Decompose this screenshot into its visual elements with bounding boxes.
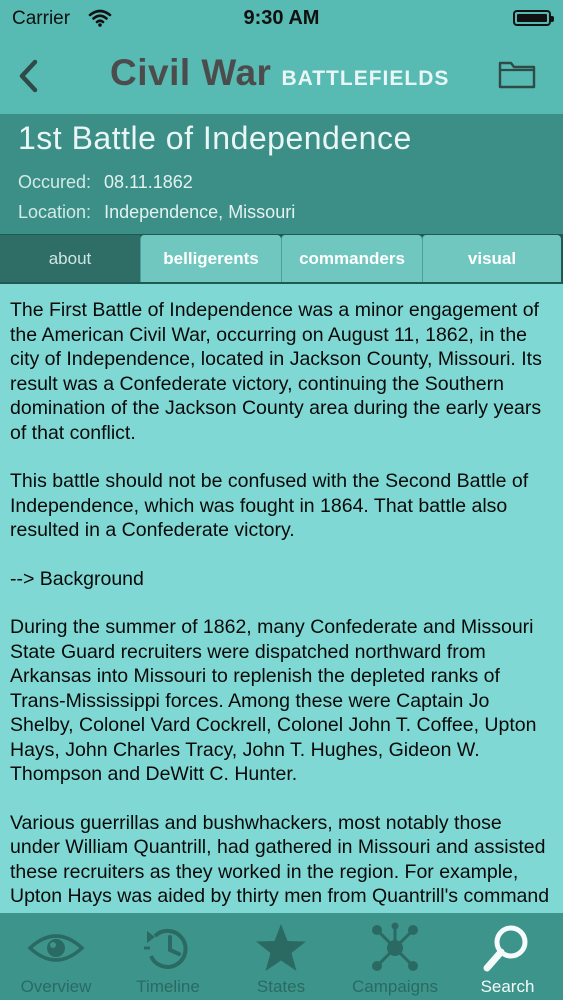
tabbar-overview[interactable]: Overview <box>0 913 112 1000</box>
tab-visual[interactable]: visual <box>422 235 561 282</box>
clock: 9:30 AM <box>243 7 320 29</box>
network-icon <box>368 921 422 975</box>
status-bar: Carrier 9:30 AM <box>0 0 563 38</box>
tab-about[interactable]: about <box>0 235 140 282</box>
tabbar-campaigns[interactable]: Campaigns <box>338 913 452 1000</box>
location-label: Location: <box>18 202 92 222</box>
folder-button[interactable] <box>497 56 537 92</box>
location-row: Location: Independence, Missouri <box>18 202 295 223</box>
bottom-tab-bar: Overview Timeline States Campaigns Searc… <box>0 913 563 1000</box>
battle-header: 1st Battle of Independence Occured: 08.1… <box>0 114 563 234</box>
brand-main: Civil War <box>110 52 272 93</box>
tabbar-label: Search <box>480 977 535 996</box>
star-icon <box>254 921 308 975</box>
back-button[interactable] <box>10 54 50 98</box>
tabbar-search[interactable]: Search <box>452 913 563 1000</box>
location-value: Independence, Missouri <box>104 202 296 222</box>
tab-commanders[interactable]: commanders <box>281 235 422 282</box>
timeline-clock-icon <box>141 921 195 975</box>
tabbar-timeline[interactable]: Timeline <box>112 913 224 1000</box>
tabbar-states[interactable]: States <box>224 913 338 1000</box>
navigation-bar: Civil War BATTLEFIELDS <box>0 38 563 114</box>
battle-title: 1st Battle of Independence <box>18 120 412 156</box>
occurred-row: Occured: 08.11.1862 <box>18 172 193 193</box>
tabbar-label: Campaigns <box>352 977 438 996</box>
tabbar-label: Overview <box>20 977 92 996</box>
section-tabs: about belligerents commanders visual <box>0 234 563 284</box>
chevron-left-icon <box>19 59 38 93</box>
tabbar-label: States <box>256 977 306 996</box>
search-icon <box>481 921 535 975</box>
eye-icon <box>27 921 85 975</box>
occurred-label: Occured: <box>18 172 92 192</box>
article-content[interactable]: The First Battle of Independence was a m… <box>0 284 563 914</box>
tabbar-label: Timeline <box>136 977 200 996</box>
tab-belligerents[interactable]: belligerents <box>140 235 281 282</box>
article-paragraph: This battle should not be confused with … <box>10 470 529 541</box>
brand-sub: BATTLEFIELDS <box>281 67 450 90</box>
occurred-value: 08.11.1862 <box>104 172 193 192</box>
article-paragraph: The First Battle of Independence was a m… <box>10 299 542 444</box>
battery-icon <box>513 10 554 26</box>
article-paragraph: Various guerrillas and bushwhackers, mos… <box>10 811 550 915</box>
folder-icon <box>498 61 536 89</box>
app-logo: Civil War BATTLEFIELDS <box>110 52 449 102</box>
section-heading-background: --> Background <box>10 567 144 590</box>
article-paragraph: During the summer of 1862, many Confeder… <box>10 616 537 785</box>
